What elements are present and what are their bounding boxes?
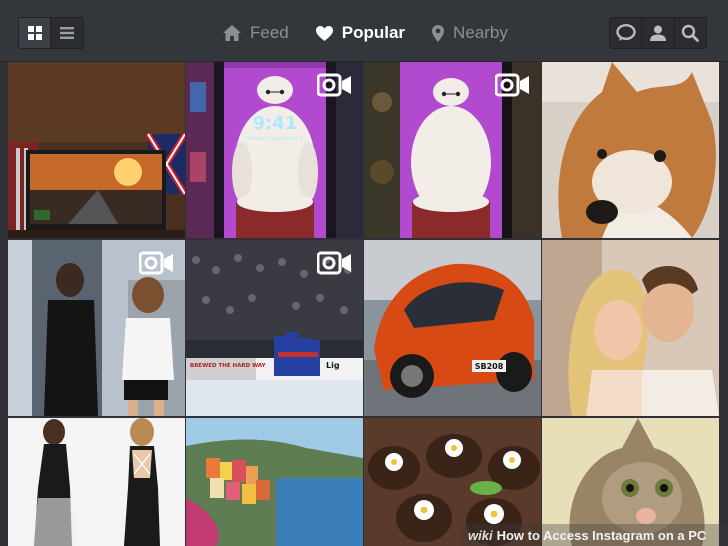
rink-ad-left: BREWED THE HARD WAY: [190, 363, 267, 369]
top-navigation-bar: Feed Popular Nearby: [0, 0, 728, 62]
watermark-brand: wiki: [468, 527, 493, 543]
tab-popular[interactable]: Popular: [315, 23, 405, 43]
messages-button[interactable]: [610, 18, 643, 48]
grid-view-button[interactable]: [19, 18, 52, 48]
tab-nearby-label: Nearby: [453, 23, 508, 42]
location-pin-icon: [432, 24, 445, 42]
tab-nearby[interactable]: Nearby: [431, 23, 508, 43]
post-image: SB208: [364, 240, 541, 416]
phone-clock: 9:41: [253, 113, 298, 134]
tab-feed[interactable]: Feed: [222, 23, 289, 43]
post-image: [8, 62, 185, 238]
main-nav: Feed Popular Nearby: [222, 17, 508, 49]
rink-ad-right: Lig: [326, 361, 340, 370]
search-icon: [682, 24, 700, 42]
post-image: [542, 240, 719, 416]
search-button[interactable]: [675, 18, 706, 48]
view-toggle: [18, 17, 84, 49]
watermark-text: How to Access Instagram on a PC: [496, 527, 707, 543]
user-profile-icon: [649, 25, 666, 41]
post-tile-baymax-video-2[interactable]: [364, 62, 541, 238]
video-camera-icon: [495, 73, 529, 97]
post-tile-shiba-dog[interactable]: [542, 62, 719, 238]
post-image: [542, 62, 719, 238]
post-tile-couple-selfie[interactable]: [542, 240, 719, 416]
post-tile-fashion-dress[interactable]: [8, 418, 185, 546]
video-camera-icon: [317, 73, 351, 97]
post-tile-hockey-video[interactable]: BREWED THE HARD WAY Lig: [186, 240, 363, 416]
post-image: [8, 418, 185, 546]
list-view-button[interactable]: [51, 18, 83, 48]
post-tile-office-girls-video[interactable]: [8, 240, 185, 416]
tab-popular-label: Popular: [341, 23, 406, 42]
post-image: [186, 418, 363, 546]
action-buttons: [609, 17, 707, 49]
post-tile-monitor-racing[interactable]: [8, 62, 185, 238]
post-tile-baymax-video[interactable]: 9:41 Tuesday, September 9: [186, 62, 363, 238]
tab-feed-label: Feed: [250, 23, 289, 42]
heart-icon: [315, 25, 333, 41]
home-icon: [223, 25, 241, 41]
post-tile-orange-car[interactable]: SB208: [364, 240, 541, 416]
video-camera-icon: [317, 251, 351, 275]
chat-bubble-icon: [615, 24, 636, 41]
grid-view-icon: [27, 26, 42, 40]
phone-date: Tuesday, September 9: [246, 136, 303, 142]
license-plate: SB208: [475, 362, 504, 371]
photo-grid: 9:41 Tuesday, September 9 BREWED THE HAR…: [8, 62, 720, 546]
post-tile-coastal-village[interactable]: [186, 418, 363, 546]
wikihow-watermark: wiki How to Access Instagram on a PC: [462, 524, 728, 546]
list-view-icon: [60, 27, 74, 39]
video-camera-icon: [139, 251, 173, 275]
profile-button[interactable]: [642, 18, 675, 48]
